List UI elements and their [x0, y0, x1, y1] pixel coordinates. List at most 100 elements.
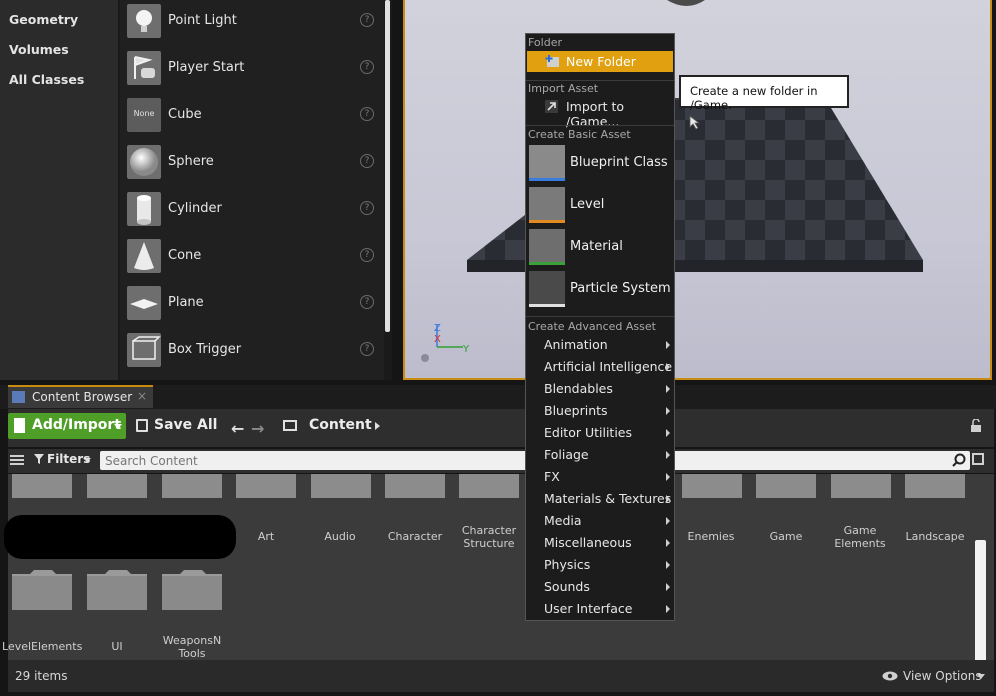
player-start-icon — [127, 51, 161, 85]
menu-section-basic: Create Basic Asset — [528, 128, 631, 141]
folder-icon[interactable] — [87, 474, 147, 498]
chevron-down-icon — [114, 424, 122, 429]
folder-icon[interactable] — [756, 474, 816, 498]
asset-row-sphere[interactable]: Sphere ? — [120, 141, 384, 188]
menu-section-folder: Folder — [528, 36, 562, 49]
folder-label-weapons-tools[interactable]: WeaponsN Tools — [152, 634, 232, 660]
asset-view-scroll-thumb[interactable] — [975, 540, 986, 662]
menu-artificial-intelligence[interactable]: Artificial Intelligence — [544, 359, 672, 374]
folder-icon[interactable] — [682, 474, 742, 498]
folder-icon[interactable] — [236, 474, 296, 498]
view-options-button[interactable]: View Options — [903, 669, 982, 683]
menu-media[interactable]: Media — [544, 513, 582, 528]
menu-materials-textures[interactable]: Materials & Textures — [544, 491, 671, 506]
menu-animation[interactable]: Animation — [544, 337, 608, 352]
help-icon[interactable]: ? — [360, 107, 374, 121]
eye-icon — [882, 670, 898, 681]
asset-row-plane[interactable]: Plane ? — [120, 282, 384, 329]
menu-sounds[interactable]: Sounds — [544, 579, 590, 594]
submenu-arrow-icon — [666, 517, 670, 525]
submenu-arrow-icon — [666, 473, 670, 481]
folder-label-levelelements[interactable]: LevelElements — [2, 640, 82, 653]
path-content[interactable]: Content — [309, 417, 372, 433]
search-icon[interactable] — [952, 453, 966, 467]
menu-section-import: Import Asset — [528, 82, 599, 95]
tooltip-text: Create a new folder in /Game. — [690, 84, 818, 112]
back-arrow-icon[interactable]: ← — [231, 419, 244, 438]
folder-open-icon — [283, 420, 297, 431]
particle-system-item[interactable]: Particle System — [570, 281, 671, 296]
menu-miscellaneous[interactable]: Miscellaneous — [544, 535, 632, 550]
asset-list-scroll-thumb[interactable] — [385, 0, 390, 332]
folder-icon[interactable] — [162, 474, 222, 498]
add-import-button[interactable]: Add/Import — [8, 413, 126, 439]
help-icon[interactable]: ? — [360, 13, 374, 27]
level-item[interactable]: Level — [570, 197, 604, 212]
new-folder-item[interactable]: New Folder — [527, 51, 673, 72]
submenu-arrow-icon — [666, 429, 670, 437]
help-icon[interactable]: ? — [360, 295, 374, 309]
folder-label-audio[interactable]: Audio — [300, 530, 380, 543]
menu-fx[interactable]: FX — [544, 469, 560, 484]
folder-label-game-elements[interactable]: Game Elements — [820, 524, 900, 550]
folder-icon[interactable] — [87, 570, 147, 610]
asset-row-cube[interactable]: None Cube ? — [120, 94, 384, 141]
help-icon[interactable]: ? — [360, 60, 374, 74]
folder-label-landscape[interactable]: Landscape — [895, 530, 975, 543]
blueprint-class-item[interactable]: Blueprint Class — [570, 155, 668, 170]
menu-blueprints[interactable]: Blueprints — [544, 403, 608, 418]
blueprint-class-icon — [529, 145, 565, 181]
menu-physics[interactable]: Physics — [544, 557, 590, 572]
menu-section-advanced: Create Advanced Asset — [528, 320, 656, 333]
axis-y-label: Y — [462, 344, 470, 355]
asset-row-box-trigger[interactable]: Box Trigger ? — [120, 329, 384, 376]
category-all-classes[interactable]: All Classes — [9, 72, 84, 87]
folder-icon[interactable] — [459, 474, 519, 498]
asset-row-player-start[interactable]: Player Start ? — [120, 47, 384, 94]
forward-arrow-icon[interactable]: → — [251, 419, 264, 438]
asset-name: Cylinder — [168, 201, 222, 216]
menu-blendables[interactable]: Blendables — [544, 381, 613, 396]
folder-icon[interactable] — [12, 474, 72, 498]
asset-row-cone[interactable]: Cone ? — [120, 235, 384, 282]
save-icon[interactable] — [136, 419, 148, 432]
help-icon[interactable]: ? — [360, 248, 374, 262]
menu-user-interface[interactable]: User Interface — [544, 601, 632, 616]
menu-foliage[interactable]: Foliage — [544, 447, 589, 462]
sources-toggle-icon[interactable] — [10, 454, 24, 466]
save-all-button[interactable]: Save All — [154, 417, 217, 433]
asset-name: Cube — [168, 107, 202, 122]
cylinder-icon — [127, 192, 161, 226]
help-icon[interactable]: ? — [360, 342, 374, 356]
folder-icon[interactable] — [311, 474, 371, 498]
chevron-right-icon[interactable] — [375, 422, 380, 430]
cube-icon: None — [127, 98, 161, 132]
folder-label-enemies[interactable]: Enemies — [671, 530, 751, 543]
folder-icon[interactable] — [12, 570, 72, 610]
save-search-icon[interactable] — [972, 453, 984, 465]
mouse-cursor-icon — [688, 114, 702, 130]
folder-icon[interactable] — [831, 474, 891, 498]
category-geometry[interactable]: Geometry — [9, 12, 78, 27]
folder-label-character[interactable]: Character — [375, 530, 455, 543]
material-item[interactable]: Material — [570, 239, 623, 254]
axis-z-label: Z — [434, 323, 441, 334]
tab-content-browser[interactable]: Content Browser × — [8, 385, 153, 408]
asset-row-point-light[interactable]: Point Light ? — [120, 0, 384, 47]
help-icon[interactable]: ? — [360, 154, 374, 168]
lock-icon[interactable] — [970, 418, 982, 433]
tab-close-icon[interactable]: × — [137, 389, 147, 403]
asset-name: Player Start — [168, 60, 245, 75]
folder-icon[interactable] — [385, 474, 445, 498]
category-volumes[interactable]: Volumes — [9, 42, 69, 57]
folder-label-game[interactable]: Game — [746, 530, 826, 543]
help-icon[interactable]: ? — [360, 201, 374, 215]
folder-label-character-structure[interactable]: Character Structure — [449, 524, 529, 550]
folder-icon[interactable] — [162, 570, 222, 610]
folder-label-art[interactable]: Art — [226, 530, 306, 543]
asset-row-cylinder[interactable]: Cylinder ? — [120, 188, 384, 235]
folder-label-ui[interactable]: UI — [77, 640, 157, 653]
menu-editor-utilities[interactable]: Editor Utilities — [544, 425, 632, 440]
folder-icon[interactable] — [905, 474, 965, 498]
level-viewport[interactable]: Z X Y — [403, 0, 992, 380]
